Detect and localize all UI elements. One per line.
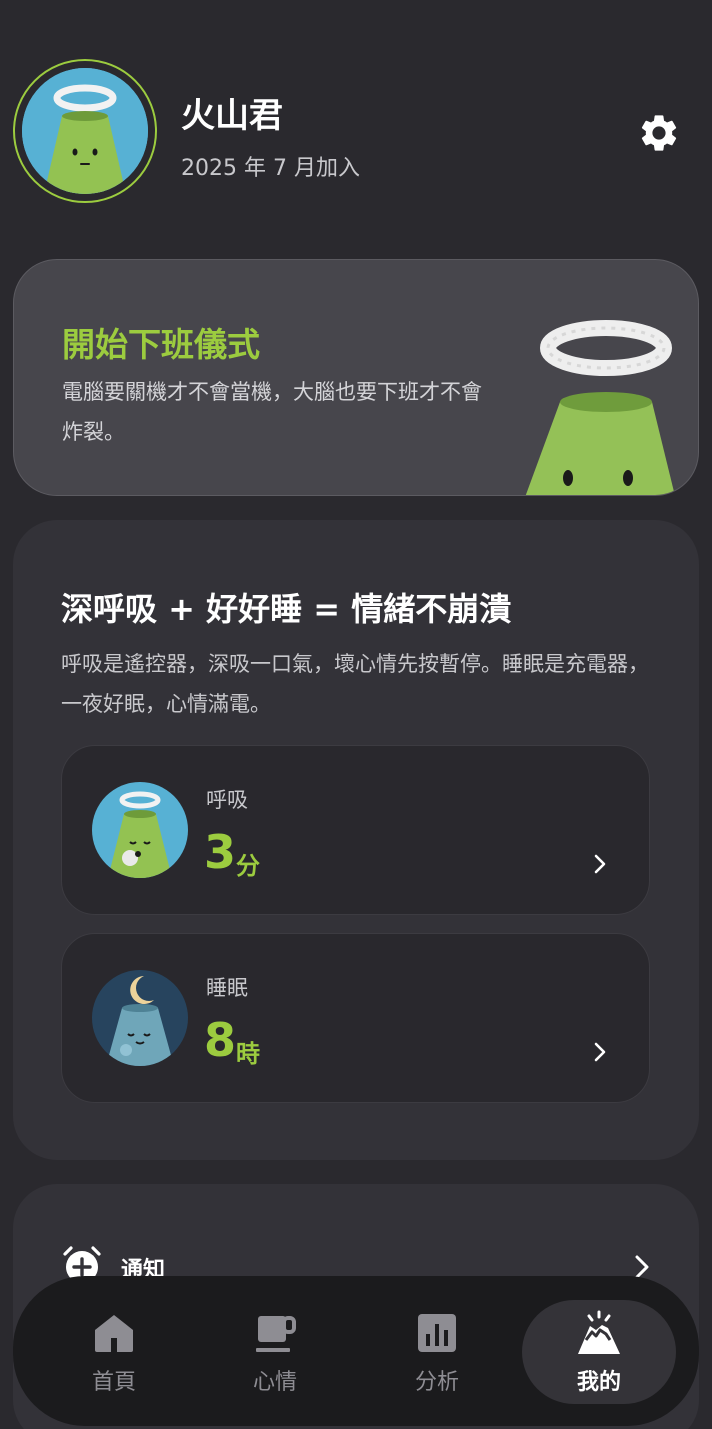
sleep-label: 睡眠 [206,976,248,1000]
sleeping-volcano-moon-icon [92,970,188,1066]
breath-label: 呼吸 [206,788,248,812]
nav-item-home[interactable]: 首頁 [37,1300,191,1404]
nav-item-me[interactable]: 我的 [522,1300,676,1404]
sleep-unit: 時 [236,1040,260,1068]
bottom-navigation: 首頁 心情 分析 我的 [13,1276,699,1426]
nav-label-mood: 心情 [252,1370,297,1395]
avatar [22,68,148,194]
coffee-cup-icon [256,1316,296,1352]
home-icon [95,1315,133,1352]
settings-button[interactable] [634,108,684,158]
breathing-volcano-icon [92,782,188,878]
ritual-title: 開始下班儀式 [62,325,260,364]
volcano-mascot-with-halo-icon [525,320,675,495]
avatar-ring[interactable] [13,59,157,203]
nav-label-me: 我的 [576,1370,621,1395]
sleep-tile[interactable]: 睡眠 8 時 [61,933,650,1103]
chevron-right-icon [594,854,606,874]
volcano-icon [578,1310,620,1354]
ritual-description: 電腦要關機才不會當機，大腦也要下班才不會炸裂。 [62,380,482,444]
user-name: 火山君 [181,96,283,136]
profile-header: 火山君 2025 年 7 月加入 [0,0,712,240]
chevron-right-icon [594,1042,606,1062]
nav-label-analysis: 分析 [414,1370,459,1395]
nav-item-analysis[interactable]: 分析 [360,1300,514,1404]
wellness-card: 深呼吸 + 好好睡 = 情緒不崩潰 呼吸是遙控器，深吸一口氣，壞心情先按暫停。睡… [13,520,699,1160]
join-date: 2025 年 7 月加入 [181,156,360,181]
breath-value: 3 [204,825,237,879]
gear-icon [641,115,677,151]
wellness-title: 深呼吸 + 好好睡 = 情緒不崩潰 [61,590,512,628]
breath-unit: 分 [236,852,260,880]
breath-tile[interactable]: 呼吸 3 分 [61,745,650,915]
ritual-card[interactable]: 開始下班儀式 電腦要關機才不會當機，大腦也要下班才不會炸裂。 [13,259,699,496]
wellness-description: 呼吸是遙控器，深吸一口氣，壞心情先按暫停。睡眠是充電器，一夜好眠，心情滿電。 [61,652,649,716]
volcano-mascot-avatar-icon [22,68,148,194]
nav-item-mood[interactable]: 心情 [198,1300,352,1404]
sleep-value: 8 [204,1013,237,1067]
nav-label-home: 首頁 [91,1370,136,1395]
bar-chart-icon [418,1314,456,1352]
